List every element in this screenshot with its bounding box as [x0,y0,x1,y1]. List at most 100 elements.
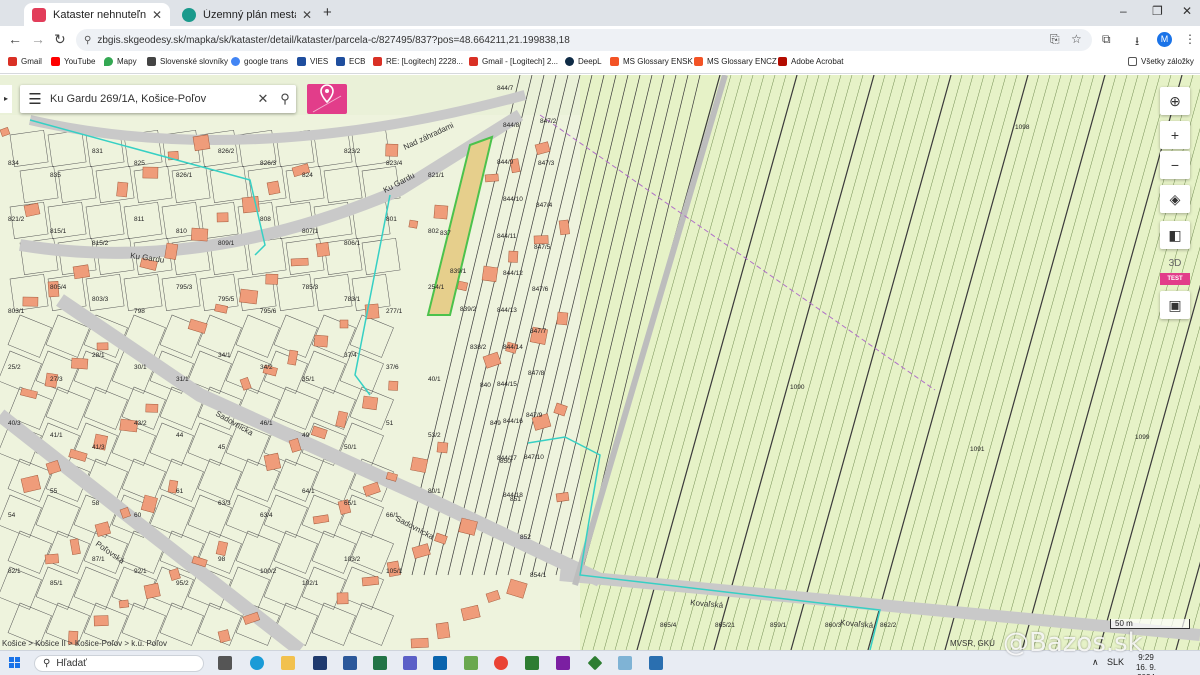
parcel-number-label: 41/1 [50,432,63,439]
acrobat-icon [778,57,787,66]
bookmark-item[interactable]: Mapy [104,57,137,66]
zoom-in-button[interactable]: + [1160,121,1190,149]
extensions-icon[interactable]: ⧉ [1102,32,1111,47]
menu-kebab-icon[interactable]: ⋮ [1184,32,1196,46]
save-app-icon[interactable] [403,656,417,670]
my-location-button[interactable]: ⊕ [1160,87,1190,115]
location-pin-button[interactable] [307,84,347,114]
parcel-number-label: 45 [218,444,226,451]
app-l-icon[interactable] [313,656,327,670]
parcel-number-label: 61 [176,488,184,495]
bookmark-item[interactable]: MS Glossary ENCZ [694,57,777,66]
bookmark-item[interactable]: ECB [336,57,365,66]
parcel-number-label: 844/12 [503,270,523,277]
bookmark-item[interactable]: Slovenské slovníky [147,57,228,66]
all-bookmarks-folder[interactable]: Všetky záložky [1128,57,1194,66]
new-tab-icon[interactable]: + [323,4,332,21]
gmail-icon [469,57,478,66]
parcel-number-label: 92/1 [134,568,147,575]
building [313,334,329,348]
bookmark-item[interactable]: RE: [Logitech] 2228... [373,57,463,66]
compare-button[interactable]: ◧ [1160,221,1190,249]
bookmark-item[interactable]: YouTube [51,57,95,66]
tray-expand-icon[interactable]: ∧ [1092,657,1099,668]
parcel-number-label: 783/1 [344,296,361,303]
search-icon[interactable]: ⚲ [274,91,296,107]
tab-close-icon[interactable]: ✕ [302,8,312,22]
parcel-number-label: 844/11 [497,233,517,240]
zoom-out-button[interactable]: − [1160,151,1190,179]
bookmark-item[interactable]: VIES [297,57,328,66]
site-info-icon[interactable]: ⚲ [84,35,91,46]
back-icon[interactable]: ← [8,31,22,47]
tab-close-icon[interactable]: ✕ [152,8,162,22]
parcel-number-label: 865/4 [660,622,677,629]
notes-icon[interactable] [464,656,478,670]
map-image-button[interactable]: ▣ [1160,291,1190,319]
excel-icon[interactable] [373,656,387,670]
expand-panel-icon[interactable]: ▸ [0,85,12,113]
building [408,219,419,229]
hamburger-menu-icon[interactable]: ☰ [20,90,50,108]
edge-icon[interactable] [250,656,264,670]
building [435,622,451,640]
reload-icon[interactable]: ↻ [54,31,66,48]
taskbar-search-placeholder: Hľadať [56,658,87,669]
parcel-number-label: 844/10 [503,196,523,203]
install-app-icon[interactable]: ⎘ [1050,32,1060,47]
maximize-icon[interactable]: ❐ [1152,4,1163,18]
bookmark-item[interactable]: DeepL [565,57,602,66]
parcel-number-label: 801 [386,216,397,223]
file-explorer-icon[interactable] [281,656,295,670]
search-input[interactable]: Ku Gardu 269/1A, Košice-Poľov [50,93,252,105]
layers-button[interactable]: ◈ [1160,185,1190,213]
map-canvas[interactable]: 844/7 844/8 844/9 844/10 844/11 844/12 844/13 8… [0,75,1200,650]
building [290,257,309,267]
building [96,342,109,351]
building [145,403,159,413]
microsoft-icon [610,57,619,66]
building [315,242,330,258]
taskbar-search[interactable]: ⚲ Hľadať [34,655,204,672]
bookmark-item[interactable]: Gmail [8,57,42,66]
task-view-icon[interactable] [218,656,232,670]
parcel-number-label: 862/2 [880,622,897,629]
bookmark-item[interactable]: google trans [231,57,288,66]
winrar-icon[interactable] [556,656,570,670]
chrome-icon[interactable] [494,656,508,670]
parcel-number-label: 803/1 [8,308,25,315]
address-bar[interactable]: ⚲ zbgis.skgeodesy.sk/mapka/sk/kataster/d… [76,29,1092,51]
bookmark-item[interactable]: MS Glossary ENSK [610,57,693,66]
photos-app-icon[interactable] [649,656,663,670]
bookmark-item[interactable]: Gmail - [Logitech] 2... [469,57,558,66]
window-close-icon[interactable]: ✕ [1182,4,1192,18]
building [239,288,259,305]
cadastral-map[interactable]: 844/7 844/8 844/9 844/10 844/11 844/12 844/13 8… [0,75,1200,650]
parcel-number-label: 46/1 [260,420,273,427]
profile-avatar[interactable]: M [1157,32,1172,47]
parcel-number-label: 54 [8,512,16,519]
parcel-number-label: 807/1 [302,228,319,235]
parcel-number-label: 839/1 [450,268,467,275]
building [433,204,449,220]
map-search[interactable]: ☰ Ku Gardu 269/1A, Košice-Poľov ✕ ⚲ [20,85,296,113]
clear-search-icon[interactable]: ✕ [252,91,274,107]
building [216,212,229,223]
minimize-icon[interactable]: – [1120,4,1127,18]
diamond-app-icon[interactable] [587,655,603,671]
word-icon[interactable] [343,656,357,670]
bookmark-star-icon[interactable]: ☆ [1071,32,1082,46]
window-app-icon[interactable] [618,656,632,670]
books-icon[interactable] [525,656,539,670]
bookmark-item[interactable]: Adobe Acrobat [778,57,843,66]
language-indicator[interactable]: SLK [1107,657,1124,667]
downloads-icon[interactable]: ⭳ [1135,32,1139,53]
parcel-number-label: 852 [520,534,531,541]
tab-uzemny-plan[interactable]: Územný plán mesta Košice – N ✕ [174,3,320,26]
forward-icon[interactable]: → [31,31,45,47]
building [385,143,399,157]
outlook-icon[interactable] [433,656,447,670]
dictionary-icon [147,57,156,66]
start-windows-icon[interactable] [9,657,21,669]
tab-kataster[interactable]: Kataster nehnuteľností | MAPKA ✕ [24,3,170,26]
